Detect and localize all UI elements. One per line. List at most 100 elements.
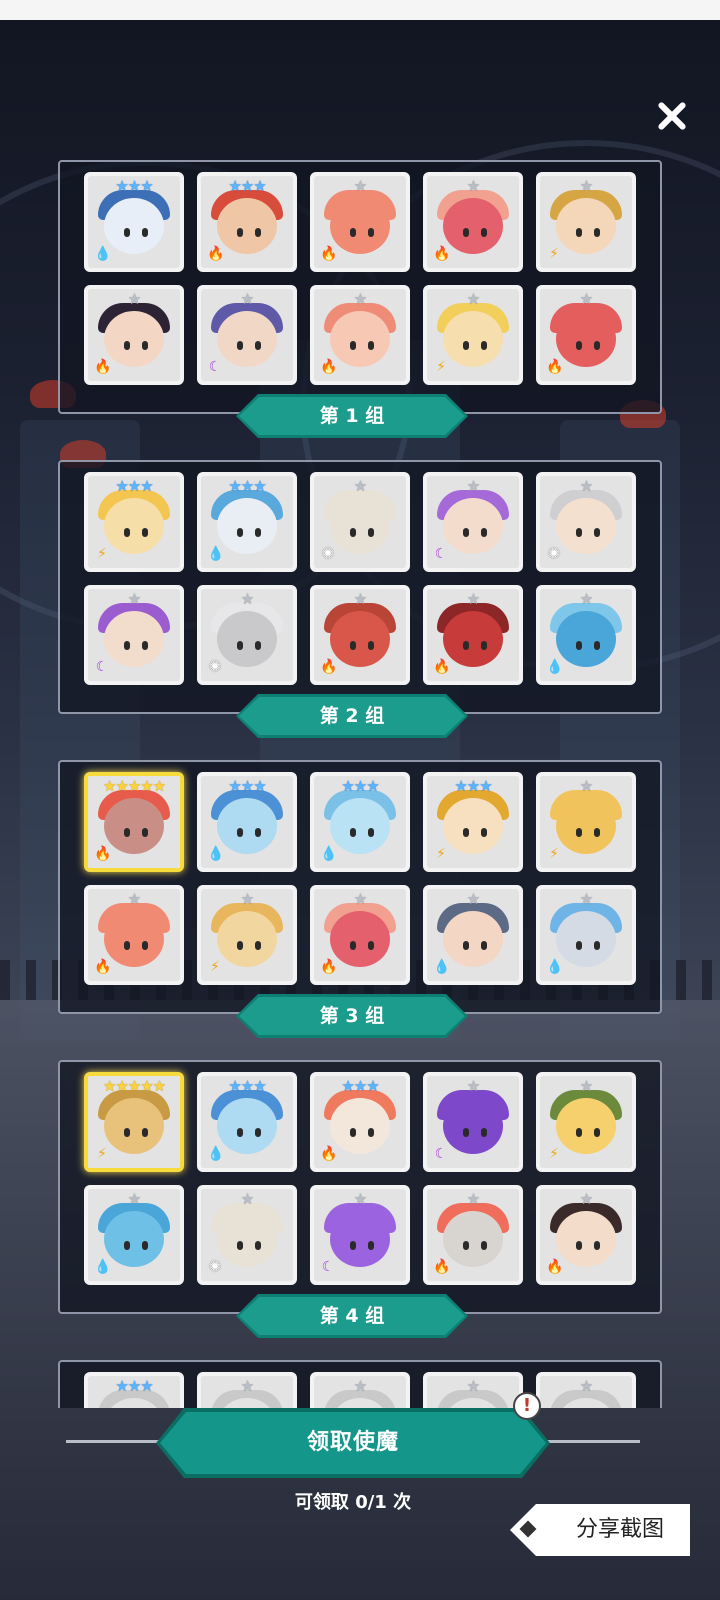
hero-card[interactable]: ★★★ 💧 (197, 772, 297, 872)
dark-element-icon: ☾ (434, 1146, 448, 1162)
hero-eye (350, 341, 356, 350)
fire-element-icon: 🔥 (207, 246, 225, 262)
star-rating: ★★★ (341, 1077, 379, 1095)
fire-element-icon: 🔥 (94, 959, 112, 975)
hero-eye (255, 228, 261, 237)
hero-card[interactable]: ★ ☾ (197, 285, 297, 385)
hero-eye (481, 941, 487, 950)
hero-card[interactable]: ★★★★★ 🔥 (84, 772, 184, 872)
star-rating: ★ (579, 177, 593, 195)
hero-card[interactable]: ★ 🔥 (310, 885, 410, 985)
hero-card[interactable]: ★ 💧 (423, 885, 523, 985)
light-element-icon: ✺ (322, 546, 334, 562)
hero-eye (124, 641, 130, 650)
star-rating: ★ (353, 1377, 367, 1395)
hero-card[interactable]: ★★★ ⚡ (84, 472, 184, 572)
hero-portrait (556, 311, 616, 367)
share-screenshot-button[interactable]: 分享截图 (510, 1504, 690, 1556)
star-rating: ★ (579, 1077, 593, 1095)
claim-familiar-button[interactable]: 领取使魔 (156, 1408, 550, 1478)
star-rating: ★ (466, 890, 480, 908)
hero-card[interactable]: ★ ☾ (423, 472, 523, 572)
hero-card[interactable]: ★ ☾ (310, 1185, 410, 1285)
hero-card[interactable]: ★★★ 💧 (197, 1072, 297, 1172)
star-rating: ★★★ (228, 777, 266, 795)
hero-card[interactable]: ★ (536, 1372, 636, 1408)
hero-card[interactable]: ★★★ 💧 (310, 772, 410, 872)
hero-card[interactable]: ★ ☾ (84, 585, 184, 685)
hero-eye (255, 828, 261, 837)
close-button[interactable] (650, 94, 694, 138)
water-element-icon: 💧 (94, 246, 112, 262)
hero-card[interactable]: ★ ⚡ (536, 172, 636, 272)
hero-card[interactable]: ★★★★★ ⚡ (84, 1072, 184, 1172)
hero-card[interactable]: ★ ☾ (423, 1072, 523, 1172)
hero-card[interactable]: ★ 🔥 (536, 285, 636, 385)
hero-portrait (217, 198, 277, 254)
status-bar (0, 0, 720, 20)
hero-portrait (443, 498, 503, 554)
claim-button-label: 领取使魔 (306, 1430, 399, 1455)
group-label: 第 1 组 (319, 405, 385, 427)
hero-card[interactable]: ★ 🔥 (310, 585, 410, 685)
hero-card[interactable]: ★ ✺ (197, 585, 297, 685)
hero-card[interactable]: ★ 💧 (536, 885, 636, 985)
hero-card[interactable]: ★ ⚡ (536, 1072, 636, 1172)
hero-card[interactable]: ★ ⚡ (197, 885, 297, 985)
hero-eye (463, 941, 469, 950)
hero-portrait (443, 911, 503, 967)
hero-card[interactable]: ★★★ 💧 (197, 472, 297, 572)
hero-card[interactable]: ★ ⚡ (536, 772, 636, 872)
hero-card[interactable]: ★ 🔥 (423, 585, 523, 685)
hero-portrait (443, 1211, 503, 1267)
hero-card[interactable]: ★ 💧 (536, 585, 636, 685)
hero-card[interactable]: ★★★ ⚡ (423, 772, 523, 872)
hero-card[interactable]: ★ 🔥 (423, 172, 523, 272)
hero-eye (142, 941, 148, 950)
hero-eye (350, 828, 356, 837)
hero-card[interactable]: ★★★ (84, 1372, 184, 1408)
hero-card[interactable]: ★ 🔥 (310, 172, 410, 272)
hero-eye (594, 341, 600, 350)
water-element-icon: 💧 (207, 846, 225, 862)
hero-card[interactable]: ★★★ 🔥 (310, 1072, 410, 1172)
hero-card[interactable]: ★ (310, 1372, 410, 1408)
hero-card[interactable]: ★ 🔥 (84, 885, 184, 985)
group-list[interactable]: ★★★ 💧 ★★★ 🔥 ★ 🔥 ★ 🔥 ★ ⚡ ★ 🔥 ★ ☾ ★ 🔥 ★ ⚡ ★ 🔥 第 1 组 ★★★ ⚡ ★★★ 💧 ★ ✺ ★… (0, 140, 720, 1408)
hero-portrait (217, 798, 277, 854)
group-label-ribbon: 第 4 组 (236, 1294, 468, 1338)
hero-eye (350, 641, 356, 650)
fire-element-icon: 🔥 (94, 359, 112, 375)
hero-card[interactable]: ★ (197, 1372, 297, 1408)
hero-card[interactable]: ★ 💧 (84, 1185, 184, 1285)
hero-card[interactable]: ★ (423, 1372, 523, 1408)
hero-card[interactable]: ★ 🔥 (84, 285, 184, 385)
hero-card[interactable]: ★★★ 💧 (84, 172, 184, 272)
hero-card[interactable]: ★ 🔥 (310, 285, 410, 385)
star-rating: ★★★ (115, 177, 153, 195)
hero-portrait (330, 611, 390, 667)
star-rating: ★ (127, 590, 141, 608)
hero-portrait (330, 198, 390, 254)
hero-card[interactable]: ★ 🔥 (423, 1185, 523, 1285)
hero-card[interactable]: ★ ✺ (197, 1185, 297, 1285)
hero-eye (368, 828, 374, 837)
star-rating: ★ (579, 477, 593, 495)
hero-card[interactable]: ★ 🔥 (536, 1185, 636, 1285)
thunder-element-icon: ⚡ (549, 846, 559, 862)
hero-portrait (443, 798, 503, 854)
star-rating: ★★★ (115, 1377, 153, 1395)
group-label-ribbon: 第 1 组 (236, 394, 468, 438)
hero-card[interactable]: ★ ✺ (536, 472, 636, 572)
hero-portrait (217, 1211, 277, 1267)
hero-eye (142, 641, 148, 650)
hero-eye (463, 641, 469, 650)
hero-portrait (330, 1211, 390, 1267)
hero-eye (594, 1128, 600, 1137)
hero-card[interactable]: ★ ⚡ (423, 285, 523, 385)
hero-eye (255, 528, 261, 537)
hero-eye (237, 941, 243, 950)
hero-card[interactable]: ★ ✺ (310, 472, 410, 572)
hero-card[interactable]: ★★★ 🔥 (197, 172, 297, 272)
thunder-element-icon: ⚡ (436, 846, 446, 862)
